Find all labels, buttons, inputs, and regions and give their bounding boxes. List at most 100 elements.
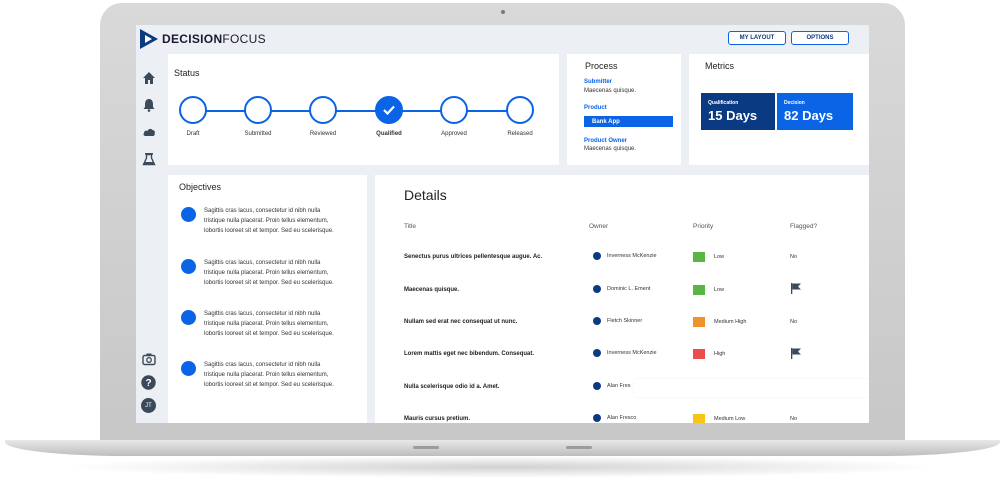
bell-icon[interactable] xyxy=(142,98,156,112)
app-screen: DECISION FOCUS MY LAYOUT OPTIONS ? JT St… xyxy=(136,25,869,423)
logo-mark-icon xyxy=(140,29,158,49)
row-owner: Inverness McKenzie xyxy=(593,252,657,260)
cloud-icon[interactable] xyxy=(142,125,156,139)
objective-item: Sagittis cras lacus, consectetur id nibh… xyxy=(204,208,334,234)
decision-metric-value: 82 Days xyxy=(784,108,834,123)
objective-item: Sagittis cras lacus, consectetur id nibh… xyxy=(204,362,334,388)
objective-bullet xyxy=(181,259,196,274)
objective-bullet xyxy=(181,310,196,325)
home-icon[interactable] xyxy=(142,71,156,85)
flagged-text: No xyxy=(790,416,798,422)
user-icon xyxy=(593,285,601,293)
row-title[interactable]: Nullam sed erat nec consequat ut nunc. xyxy=(404,319,517,325)
step-label-submitted: Submitted xyxy=(244,131,272,137)
submitter-value: Maecenas quisque. xyxy=(584,88,637,94)
product-owner-value: Maecenas quisque. xyxy=(584,146,637,152)
overlay-panel xyxy=(634,379,869,397)
priority-swatch xyxy=(693,285,705,295)
process-title: Process xyxy=(585,61,618,71)
flag-icon[interactable] xyxy=(791,348,801,359)
row-title[interactable]: Nulla scelerisque odio id a. Amet. xyxy=(404,384,499,390)
row-title[interactable]: Senectus purus ultrices pellentesque aug… xyxy=(404,254,542,260)
status-title: Status xyxy=(174,68,200,78)
process-card: Process Submitter Maecenas quisque. Prod… xyxy=(567,54,681,165)
priority-swatch xyxy=(693,349,705,359)
step-approved[interactable] xyxy=(440,96,468,124)
step-label-draft: Draft xyxy=(186,131,200,137)
step-label-reviewed: Reviewed xyxy=(309,131,337,137)
product-value[interactable]: Bank App xyxy=(584,116,673,127)
priority-swatch xyxy=(693,414,705,423)
step-submitted[interactable] xyxy=(244,96,272,124)
qualification-metric: Qualification 15 Days xyxy=(701,93,775,130)
flask-icon[interactable] xyxy=(142,152,156,166)
step-qualified[interactable] xyxy=(375,96,403,124)
column-header-flagged[interactable]: Flagged? xyxy=(790,223,817,230)
product-owner-label: Product Owner xyxy=(584,138,628,144)
step-label-qualified: Qualified xyxy=(376,131,402,137)
metrics-title: Metrics xyxy=(705,61,734,71)
user-icon xyxy=(593,317,601,325)
details-title: Details xyxy=(404,187,447,203)
step-released[interactable] xyxy=(506,96,534,124)
row-owner: Dominic L. Ement xyxy=(593,285,650,293)
objectives-title: Objectives xyxy=(179,182,222,192)
flagged-text: No xyxy=(790,319,798,325)
objective-bullet xyxy=(181,361,196,376)
priority-swatch xyxy=(693,317,705,327)
user-icon xyxy=(593,349,601,357)
svg-text:?: ? xyxy=(145,378,151,389)
checkmark-icon xyxy=(383,105,395,116)
user-icon xyxy=(593,382,601,390)
laptop-hinge-left xyxy=(413,446,439,449)
laptop-hinge-right xyxy=(566,446,592,449)
logo-text-light: FOCUS xyxy=(222,32,266,46)
laptop-shadow xyxy=(60,456,945,478)
status-card: Status Draft Submitted Reviewed Qualifie… xyxy=(168,54,559,165)
details-card: Details Title Owner Priority Flagged? Se… xyxy=(375,175,869,423)
objective-bullet xyxy=(181,207,196,222)
column-header-priority[interactable]: Priority xyxy=(693,223,713,230)
step-reviewed[interactable] xyxy=(309,96,337,124)
row-owner: Alan Fres xyxy=(593,382,631,390)
priority-text: Medium High xyxy=(714,319,747,325)
step-draft[interactable] xyxy=(179,96,207,124)
product-label: Product xyxy=(584,105,607,111)
row-title[interactable]: Mauris cursus pretium. xyxy=(404,416,470,422)
user-icon xyxy=(593,414,601,422)
avatar[interactable]: JT xyxy=(141,398,156,413)
help-icon[interactable]: ? xyxy=(141,375,156,390)
priority-text: Medium Low xyxy=(714,416,746,422)
metrics-card: Metrics Qualification 15 Days Decision 8… xyxy=(689,54,869,165)
decision-metric-label: Decision xyxy=(784,100,805,106)
qualification-metric-value: 15 Days xyxy=(708,108,758,123)
top-bar: DECISION FOCUS MY LAYOUT OPTIONS xyxy=(136,25,869,53)
row-title[interactable]: Maecenas quisque. xyxy=(404,287,459,293)
column-header-title[interactable]: Title xyxy=(404,223,416,230)
priority-swatch xyxy=(693,252,705,262)
camera-icon[interactable] xyxy=(142,352,156,366)
row-owner: Inverness McKenzie xyxy=(593,349,657,357)
laptop-base xyxy=(5,440,1000,456)
step-label-released: Released xyxy=(507,131,533,137)
flagged-text: No xyxy=(790,254,798,260)
priority-text: Low xyxy=(714,287,725,293)
row-owner: Fletch Skinner xyxy=(593,317,642,325)
objectives-card: Objectives Sagittis cras lacus, consecte… xyxy=(168,175,367,423)
priority-text: High xyxy=(714,351,726,357)
objective-item: Sagittis cras lacus, consectetur id nibh… xyxy=(204,311,334,337)
column-header-owner[interactable]: Owner xyxy=(589,223,608,230)
my-layout-button[interactable]: MY LAYOUT xyxy=(728,31,786,45)
options-button[interactable]: OPTIONS xyxy=(791,31,849,45)
objective-item: Sagittis cras lacus, consectetur id nibh… xyxy=(204,260,334,286)
logo-text-bold: DECISION xyxy=(162,32,223,46)
laptop-camera xyxy=(501,10,505,14)
priority-text: Low xyxy=(714,254,725,260)
submitter-label: Submitter xyxy=(584,79,613,85)
row-title[interactable]: Lorem mattis eget nec bibendum. Consequa… xyxy=(404,351,534,357)
logo[interactable]: DECISION FOCUS xyxy=(140,29,266,49)
user-icon xyxy=(593,252,601,260)
decision-metric: Decision 82 Days xyxy=(777,93,853,130)
sidebar: ? JT xyxy=(136,53,162,423)
flag-icon[interactable] xyxy=(791,283,801,294)
